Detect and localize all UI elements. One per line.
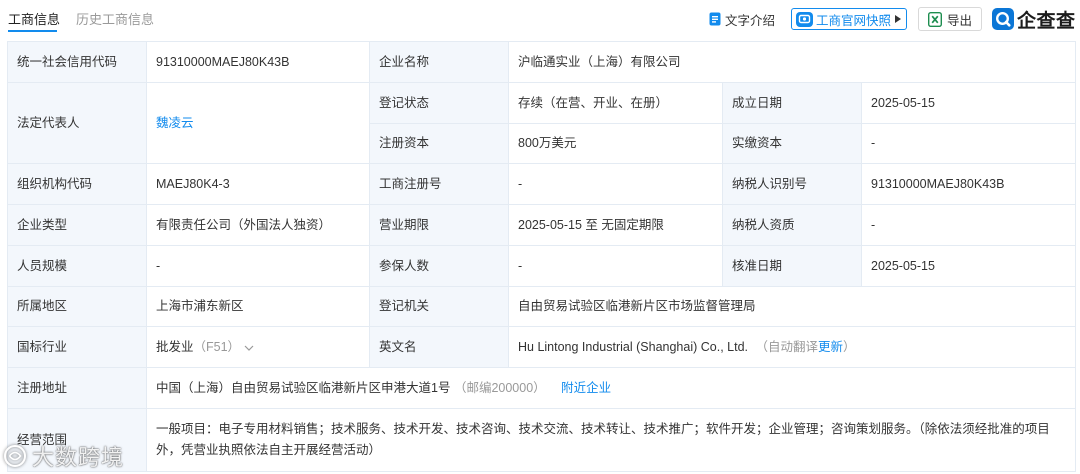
business-info-table: 统一社会信用代码 91310000MAEJ80K43B 企业名称 沪临通实业（上… <box>7 41 1077 472</box>
document-icon <box>709 12 721 26</box>
excel-icon <box>928 11 942 27</box>
table-row: 注册地址 中国（上海）自由贸易试验区临港新片区申港大道1号 （邮编200000）… <box>7 367 1077 409</box>
top-bar: 工商信息 历史工商信息 文字介绍 工商官网快照 导出 企查查 <box>0 0 1080 41</box>
table-row: 人员规模 - 参保人数 - 核准日期 2025-05-15 <box>7 244 1077 287</box>
table-row: 企业类型 有限责任公司（外国法人独资） 营业期限 2025-05-15 至 无固… <box>7 204 1077 246</box>
export-button[interactable]: 导出 <box>918 7 982 31</box>
official-snapshot-button[interactable]: 工商官网快照 <box>791 8 907 30</box>
english-name-label: 英文名 <box>369 326 509 368</box>
company-type-value: 有限责任公司（外国法人独资） <box>146 204 370 246</box>
org-code-value: MAEJ80K4-3 <box>146 163 370 205</box>
nearby-companies-link[interactable]: 附近企业 <box>561 381 611 395</box>
table-row: 经营范围 一般项目：电子专用材料销售；技术服务、技术开发、技术咨询、技术交流、技… <box>7 407 1077 472</box>
staff-size-value: - <box>146 244 370 287</box>
table-row: 组织机构代码 MAEJ80K4-3 工商注册号 - 纳税人识别号 9131000… <box>7 163 1077 205</box>
address-label: 注册地址 <box>7 367 147 409</box>
active-tab-indicator <box>8 30 57 32</box>
business-term-value: 2025-05-15 至 无固定期限 <box>508 204 723 246</box>
taxpayer-id-value: 91310000MAEJ80K43B <box>860 163 1077 205</box>
company-name-value: 沪临通实业（上海）有限公司 <box>507 41 1077 83</box>
legal-rep-link[interactable]: 魏凌云 <box>156 116 194 130</box>
region-value: 上海市浦东新区 <box>146 285 370 328</box>
taxpayer-qualification-label: 纳税人资质 <box>722 204 862 246</box>
industry-code: （F51） <box>193 340 241 355</box>
industry-value: 批发业 <box>156 340 194 355</box>
approval-date-value: 2025-05-15 <box>860 244 1077 287</box>
reg-capital-label: 注册资本 <box>369 122 509 165</box>
region-label: 所属地区 <box>7 285 147 328</box>
reg-status-value: 存续（在营、开业、在册） <box>508 81 723 124</box>
table-row: 法定代表人 魏凌云 登记状态 存续（在营、开业、在册） 成立日期 2025-05… <box>7 81 1077 165</box>
table-row: 统一社会信用代码 91310000MAEJ80K43B 企业名称 沪临通实业（上… <box>7 41 1077 83</box>
snapshot-label: 工商官网快照 <box>816 13 892 28</box>
qichacha-logo: 企查查 <box>992 6 1076 32</box>
approval-date-label: 核准日期 <box>722 244 862 287</box>
business-scope-value: 一般项目：电子专用材料销售；技术服务、技术开发、技术咨询、技术交流、技术转让、技… <box>145 407 1077 472</box>
reg-number-label: 工商注册号 <box>369 163 509 205</box>
credit-code-value: 91310000MAEJ80K43B <box>146 41 370 83</box>
logo-text: 企查查 <box>1017 10 1076 32</box>
caret-right-icon <box>895 15 901 23</box>
table-row: 国标行业 批发业（F51） 英文名 Hu Lintong Industrial … <box>7 326 1077 368</box>
address-value: 中国（上海）自由贸易试验区临港新片区申港大道1号 <box>156 380 451 395</box>
industry-cell: 批发业（F51） <box>146 326 370 368</box>
paid-capital-value: - <box>860 122 1077 165</box>
chevron-down-icon[interactable] <box>244 345 254 351</box>
reg-number-value: - <box>508 163 723 205</box>
taxpayer-qualification-value: - <box>860 204 1077 246</box>
company-type-label: 企业类型 <box>7 204 147 246</box>
reg-status-label: 登记状态 <box>369 81 509 124</box>
snapshot-icon <box>796 11 813 27</box>
postcode: （邮编200000） <box>453 380 546 395</box>
company-name-label: 企业名称 <box>369 41 509 83</box>
business-scope-label: 经营范围 <box>7 407 147 472</box>
reg-authority-value: 自由贸易试验区临港新片区市场监督管理局 <box>507 285 1077 328</box>
insured-count-label: 参保人数 <box>369 244 509 287</box>
legal-rep-cell: 魏凌云 <box>146 81 370 165</box>
qichacha-logo-icon <box>992 8 1014 30</box>
text-intro-link[interactable]: 文字介绍 <box>709 10 775 28</box>
business-term-label: 营业期限 <box>369 204 509 246</box>
staff-size-label: 人员规模 <box>7 244 147 287</box>
table-row: 所属地区 上海市浦东新区 登记机关 自由贸易试验区临港新片区市场监督管理局 <box>7 285 1077 328</box>
reg-authority-label: 登记机关 <box>369 285 509 328</box>
paid-capital-label: 实缴资本 <box>722 122 862 165</box>
address-cell: 中国（上海）自由贸易试验区临港新片区申港大道1号 （邮编200000） 附近企业 <box>145 367 1077 409</box>
text-intro-label: 文字介绍 <box>725 13 776 28</box>
taxpayer-id-label: 纳税人识别号 <box>722 163 862 205</box>
legal-rep-label: 法定代表人 <box>7 81 147 165</box>
org-code-label: 组织机构代码 <box>7 163 147 205</box>
tab-history-business-info[interactable]: 历史工商信息 <box>76 11 154 29</box>
credit-code-label: 统一社会信用代码 <box>7 41 147 83</box>
english-name-value: Hu Lintong Industrial (Shanghai) Co., Lt… <box>518 340 748 355</box>
export-label: 导出 <box>947 13 973 28</box>
english-name-cell: Hu Lintong Industrial (Shanghai) Co., Lt… <box>507 326 1077 368</box>
established-label: 成立日期 <box>722 81 862 124</box>
insured-count-value: - <box>508 244 723 287</box>
tab-business-info[interactable]: 工商信息 <box>8 11 60 29</box>
reg-capital-value: 800万美元 <box>508 122 723 165</box>
established-value: 2025-05-15 <box>860 81 1077 124</box>
update-translation-link[interactable]: 更新 <box>818 340 843 354</box>
auto-translate-note-end: ） <box>843 340 856 355</box>
auto-translate-note: （自动翻译 <box>755 340 818 355</box>
industry-label: 国标行业 <box>7 326 147 368</box>
